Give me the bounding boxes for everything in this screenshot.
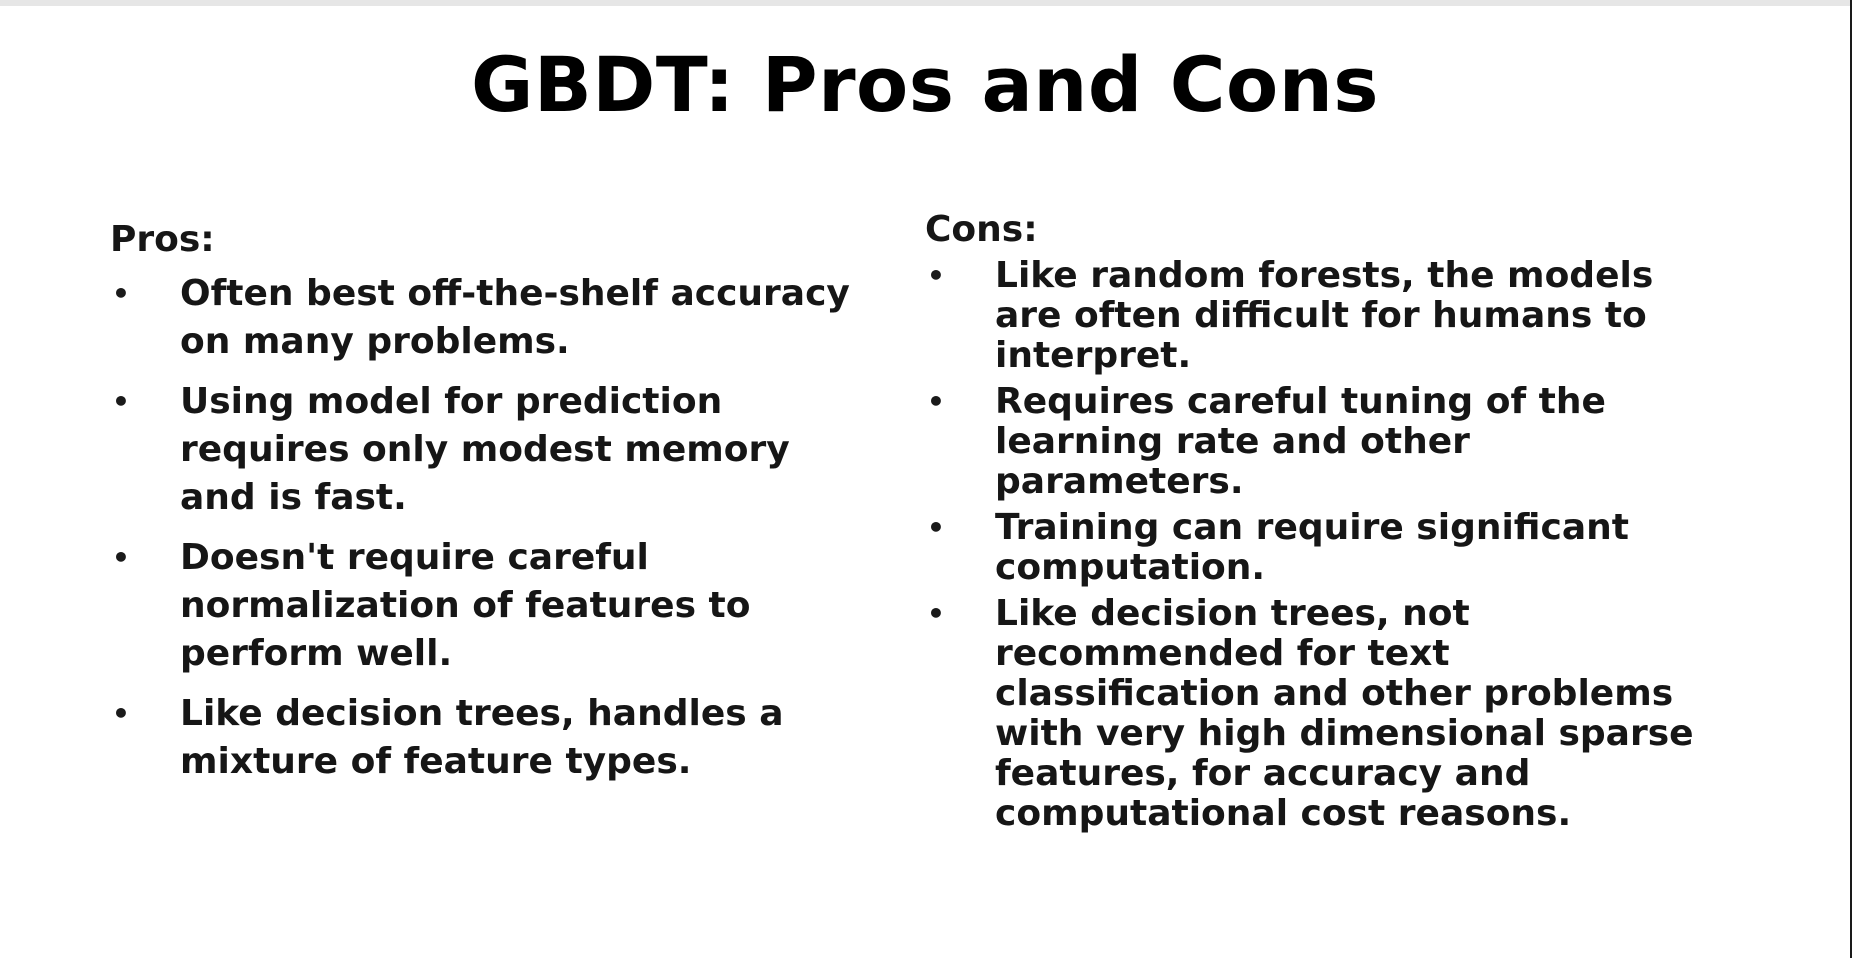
bullet-icon: • (927, 511, 945, 544)
pros-item: • Using model for prediction requires on… (110, 378, 870, 522)
bullet-icon: • (112, 697, 130, 730)
bullet-icon: • (112, 277, 130, 310)
cons-column: Cons: • Like random forests, the models … (925, 206, 1725, 840)
bullet-icon: • (927, 385, 945, 418)
bullet-icon: • (927, 259, 945, 292)
pros-item: • Like decision trees, handles a mixture… (110, 690, 870, 786)
cons-item-text: Training can require significant computa… (995, 507, 1629, 588)
bullet-icon: • (927, 597, 945, 630)
cons-item-text: Requires careful tuning of the learning … (995, 381, 1606, 502)
pros-item-text: Doesn't require careful normalization of… (180, 537, 751, 674)
cons-item: • Requires careful tuning of the learnin… (925, 382, 1725, 502)
cons-item-text: Like decision trees, not recommended for… (995, 593, 1694, 834)
pros-list: • Often best off-the-shelf accuracy on m… (110, 270, 870, 786)
pros-item-text: Like decision trees, handles a mixture o… (180, 693, 784, 782)
pros-item-text: Using model for prediction requires only… (180, 381, 790, 518)
window-edge (1850, 0, 1862, 958)
pros-heading: Pros: (110, 219, 215, 260)
cons-item: • Like random forests, the models are of… (925, 256, 1725, 376)
bullet-icon: • (112, 541, 130, 574)
cons-item: • Like decision trees, not recommended f… (925, 594, 1725, 834)
cons-heading: Cons: (925, 209, 1038, 250)
slide-title: GBDT: Pros and Cons (470, 40, 1380, 129)
slide: GBDT: Pros and Cons Pros: • Often best o… (0, 0, 1850, 958)
pros-item: • Often best off-the-shelf accuracy on m… (110, 270, 870, 366)
bullet-icon: • (112, 385, 130, 418)
pros-column: Pros: • Often best off-the-shelf accurac… (110, 216, 870, 798)
pros-item: • Doesn't require careful normalization … (110, 534, 870, 678)
cons-item-text: Like random forests, the models are ofte… (995, 255, 1654, 376)
cons-list: • Like random forests, the models are of… (925, 256, 1725, 834)
cons-item: • Training can require significant compu… (925, 508, 1725, 588)
pros-item-text: Often best off-the-shelf accuracy on man… (180, 273, 850, 362)
